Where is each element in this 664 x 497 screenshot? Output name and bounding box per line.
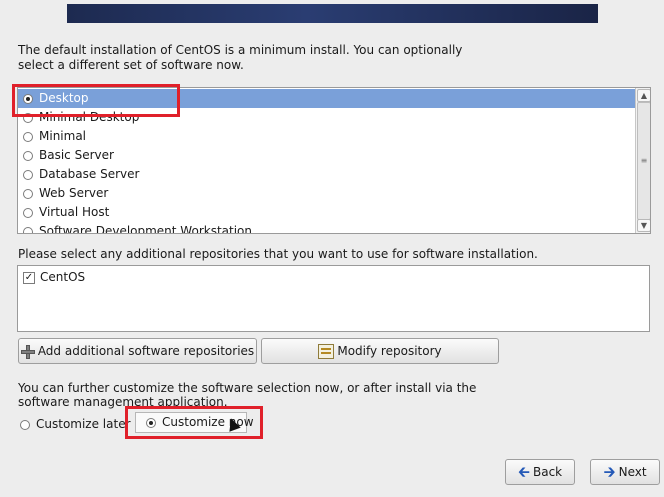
radio-button[interactable]: [23, 113, 33, 123]
list-item-label: Web Server: [39, 186, 109, 200]
repository-list[interactable]: ✓ CentOS: [17, 265, 650, 332]
radio-button[interactable]: [23, 170, 33, 180]
list-item-label: Software Development Workstation: [39, 224, 252, 233]
list-item-web-server[interactable]: Web Server: [18, 184, 635, 203]
list-item-label: Desktop: [39, 91, 89, 105]
add-repositories-label: Add additional software repositories: [37, 344, 255, 358]
radio-button[interactable]: [23, 208, 33, 218]
list-item-desktop[interactable]: Desktop: [18, 89, 635, 108]
software-set-list[interactable]: Desktop Minimal Desktop Minimal Basic Se…: [17, 87, 651, 234]
radio-button[interactable]: [23, 227, 33, 233]
edit-icon: [318, 344, 335, 359]
radio-button[interactable]: [23, 189, 33, 199]
list-item-software-dev-workstation[interactable]: Software Development Workstation: [18, 222, 635, 233]
customize-later-label: Customize later: [36, 417, 131, 431]
radio-button[interactable]: [23, 94, 33, 104]
radio-button[interactable]: [146, 418, 156, 428]
scroll-thumb[interactable]: ≡: [637, 102, 650, 220]
list-item-label: Minimal Desktop: [39, 110, 140, 124]
list-item-minimal[interactable]: Minimal: [18, 127, 635, 146]
next-button[interactable]: 🡲 Next: [590, 459, 660, 485]
intro-text: The default installation of CentOS is a …: [18, 43, 463, 72]
arrow-left-icon: 🡰: [517, 463, 530, 481]
scroll-up-icon[interactable]: ▲: [637, 89, 650, 102]
customize-text: You can further customize the software s…: [18, 381, 477, 409]
back-button[interactable]: 🡰 Back: [505, 459, 575, 485]
list-item-label: Basic Server: [39, 148, 114, 162]
radio-button[interactable]: [20, 420, 30, 430]
customize-now-label: Customize now: [162, 415, 254, 429]
radio-button[interactable]: [23, 132, 33, 142]
software-set-list-viewport: Desktop Minimal Desktop Minimal Basic Se…: [18, 88, 635, 233]
back-label: Back: [533, 465, 563, 479]
add-repositories-button[interactable]: Add additional software repositories: [18, 338, 257, 364]
arrow-right-icon: 🡲: [603, 463, 616, 481]
modify-repository-label: Modify repository: [337, 344, 442, 358]
scroll-down-icon[interactable]: ▼: [637, 219, 650, 232]
plus-icon: [20, 344, 35, 359]
header-banner: [67, 4, 598, 23]
repositories-prompt: Please select any additional repositorie…: [18, 247, 538, 261]
radio-button[interactable]: [23, 151, 33, 161]
modify-repository-button[interactable]: Modify repository: [261, 338, 499, 364]
repo-checkbox-centos[interactable]: ✓: [23, 272, 35, 284]
list-item-label: Minimal: [39, 129, 87, 143]
list-item-label: Database Server: [39, 167, 140, 181]
next-label: Next: [618, 465, 647, 479]
list-item-minimal-desktop[interactable]: Minimal Desktop: [18, 108, 635, 127]
list-item-database-server[interactable]: Database Server: [18, 165, 635, 184]
list-item-basic-server[interactable]: Basic Server: [18, 146, 635, 165]
list-item-virtual-host[interactable]: Virtual Host: [18, 203, 635, 222]
repo-label: CentOS: [40, 270, 86, 284]
list-item-label: Virtual Host: [39, 205, 110, 219]
list-scrollbar[interactable]: ▲ ≡ ▼: [635, 88, 650, 233]
